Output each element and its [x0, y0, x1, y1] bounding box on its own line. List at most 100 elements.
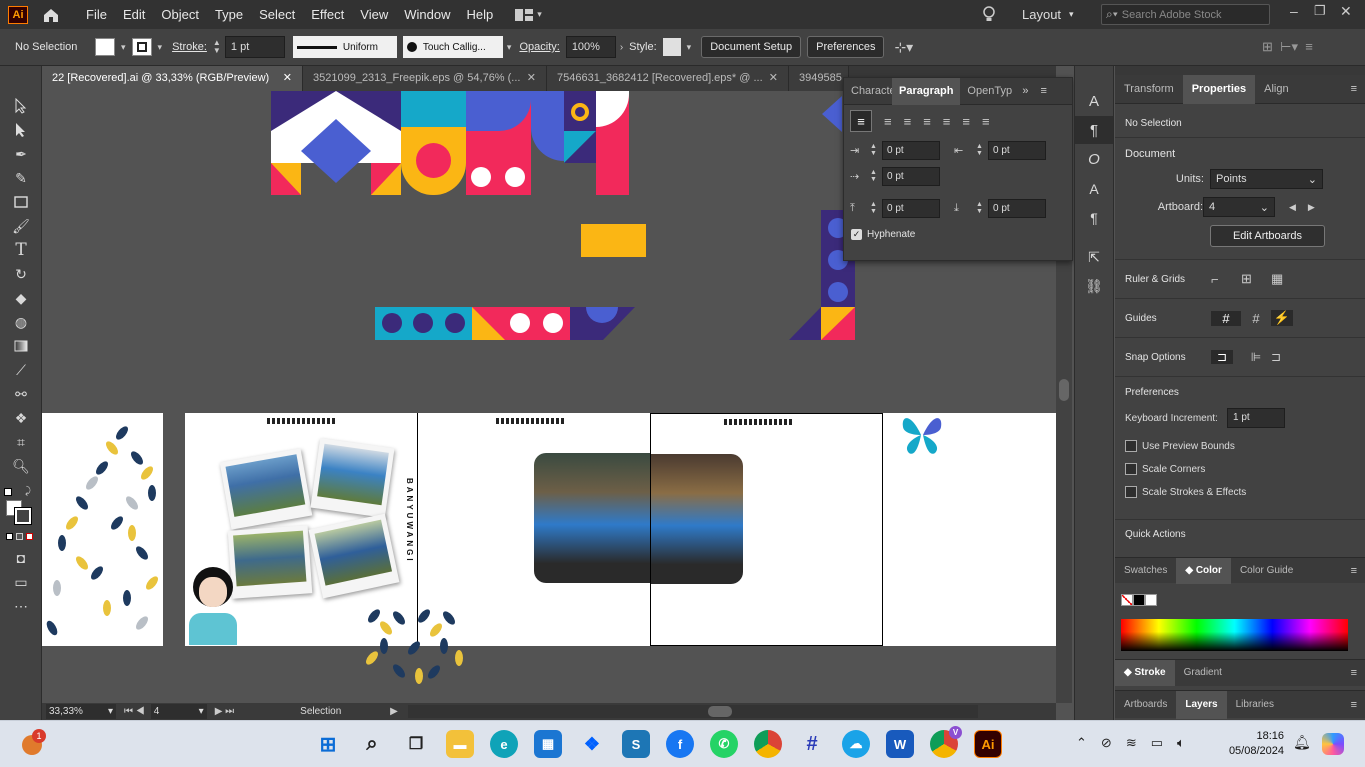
- menu-object[interactable]: Object: [153, 0, 207, 29]
- space-before-input[interactable]: 0 pt: [882, 198, 940, 218]
- zoom-select[interactable]: 33,33% ▾: [46, 704, 116, 719]
- arrange-icon[interactable]: ⊹▾: [894, 39, 913, 56]
- more-tools-icon[interactable]: ⋯: [0, 594, 42, 618]
- guides-icon[interactable]: #: [1211, 310, 1241, 326]
- hyphenate-checkbox[interactable]: ✓: [851, 228, 862, 240]
- geometric-strip[interactable]: [375, 307, 635, 340]
- rectangle-tool-icon[interactable]: [0, 190, 42, 214]
- tab-artboards[interactable]: Artboards: [1115, 692, 1176, 718]
- workspace-switcher[interactable]: Layout ▾: [1022, 0, 1074, 29]
- chrome-icon[interactable]: [754, 730, 782, 758]
- paragraph-panel-icon[interactable]: ¶: [1075, 116, 1113, 144]
- close-tab-icon[interactable]: ✕: [527, 66, 536, 91]
- group-photo-left[interactable]: [534, 453, 650, 583]
- network-status-icon[interactable]: ⊘: [1101, 735, 1112, 751]
- selection-tool-icon[interactable]: [0, 94, 42, 118]
- tab-transform[interactable]: Transform: [1115, 76, 1183, 102]
- prev-artboard-icon[interactable]: ◀: [1289, 202, 1296, 213]
- space-after-input[interactable]: 0 pt: [988, 198, 1046, 218]
- ruler-icon[interactable]: ⌐: [1211, 272, 1241, 287]
- tab-libraries[interactable]: Libraries: [1227, 692, 1283, 718]
- style-swatch[interactable]: [662, 38, 681, 56]
- brush-definition[interactable]: Touch Callig...: [402, 36, 503, 58]
- weather-widget-icon[interactable]: 1: [22, 729, 46, 755]
- artboard-nav-select[interactable]: 4 ▾: [150, 704, 207, 719]
- units-select[interactable]: Points ⌄: [1210, 169, 1323, 189]
- opacity-arrow-icon[interactable]: ›: [620, 42, 623, 53]
- lock-guides-icon[interactable]: #: [1241, 311, 1271, 326]
- type-tool-icon[interactable]: T: [0, 238, 42, 262]
- edge-icon[interactable]: e: [490, 730, 518, 758]
- symbol-sprayer-icon[interactable]: ❖: [0, 406, 42, 430]
- tab-layers[interactable]: Layers: [1176, 690, 1227, 719]
- document-setup-button[interactable]: Document Setup: [701, 36, 802, 58]
- blend-tool-icon[interactable]: ⚯: [0, 382, 42, 406]
- artboard-left-fragment[interactable]: [42, 413, 163, 646]
- volume-icon[interactable]: 🔈︎: [1177, 735, 1185, 751]
- draw-mode-icon[interactable]: ◘: [0, 546, 42, 570]
- menu-effect[interactable]: Effect: [303, 0, 352, 29]
- menu-select[interactable]: Select: [251, 0, 303, 29]
- next-artboard-icon[interactable]: ▶: [1308, 202, 1315, 213]
- next-artboard-icon[interactable]: ▶ ⏭: [215, 706, 234, 717]
- align-icons[interactable]: ⊞ ⊢▾ ≡: [1262, 39, 1313, 55]
- tab-doc-3[interactable]: 7546631_3682412 [Recovered].eps* @ ... ✕: [547, 66, 789, 91]
- tab-stroke[interactable]: ◆ Stroke: [1115, 660, 1175, 686]
- color-mode-icons[interactable]: [0, 526, 41, 546]
- fill-swatch[interactable]: [95, 38, 115, 56]
- artboard-tool-icon[interactable]: ⌗: [0, 430, 42, 454]
- scale-strokes-checkbox[interactable]: [1125, 486, 1137, 498]
- eraser-tool-icon[interactable]: ◆: [0, 286, 42, 310]
- keyboard-increment-input[interactable]: 1 pt: [1227, 408, 1285, 428]
- start-button-icon[interactable]: ⊞: [314, 730, 342, 758]
- illustrator-taskbar-icon[interactable]: Ai: [974, 730, 1002, 758]
- align-right-icon[interactable]: ≡: [904, 114, 912, 129]
- home-icon[interactable]: [40, 6, 62, 24]
- links-icon[interactable]: ⛓: [1075, 272, 1113, 300]
- curvature-tool-icon[interactable]: ✎: [0, 166, 42, 190]
- file-explorer-icon[interactable]: ▬: [446, 730, 474, 758]
- copilot-icon[interactable]: [1322, 733, 1344, 755]
- panel-menu-icon[interactable]: ≡: [1351, 699, 1357, 711]
- preview-bounds-checkbox[interactable]: [1125, 440, 1137, 452]
- tab-paragraph[interactable]: Paragraph: [892, 77, 961, 105]
- photo-group[interactable]: [219, 438, 400, 603]
- artboard-4[interactable]: [650, 413, 883, 646]
- yellow-rectangle[interactable]: [581, 224, 646, 257]
- chrome-profile-icon[interactable]: V: [930, 726, 962, 758]
- edit-artboards-button[interactable]: Edit Artboards: [1210, 225, 1325, 247]
- paragraph-styles-icon[interactable]: ¶: [1075, 204, 1113, 232]
- warp-tool-icon[interactable]: ◍: [0, 310, 42, 334]
- justify-right-icon[interactable]: ≡: [962, 114, 970, 129]
- menu-help[interactable]: Help: [458, 0, 501, 29]
- clock[interactable]: 18:16 05/08/2024: [1218, 729, 1284, 759]
- opacity-input[interactable]: 100%: [565, 36, 616, 58]
- app-logo[interactable]: Ai: [8, 5, 28, 24]
- tab-properties[interactable]: Properties: [1182, 74, 1256, 104]
- word-icon[interactable]: W: [886, 730, 914, 758]
- show-hidden-icons[interactable]: ⌃: [1076, 735, 1087, 751]
- justify-center-icon[interactable]: ≡: [943, 114, 951, 129]
- close-button[interactable]: ✕: [1340, 3, 1352, 20]
- artboard-select[interactable]: 4 ⌄: [1203, 197, 1275, 217]
- menu-window[interactable]: Window: [396, 0, 458, 29]
- grid-icon[interactable]: ⊞: [1241, 271, 1271, 287]
- left-indent-input[interactable]: 0 pt: [882, 140, 940, 160]
- leaf-cluster-bottom[interactable]: [364, 606, 474, 686]
- align-left-icon[interactable]: ≡: [850, 110, 872, 132]
- fill-stroke-widget[interactable]: ⤸: [0, 482, 41, 526]
- none-swatch[interactable]: [1121, 594, 1133, 606]
- close-tab-icon[interactable]: ✕: [769, 66, 778, 91]
- hash-app-icon[interactable]: #: [798, 730, 826, 758]
- export-icon[interactable]: ⇱: [1075, 242, 1113, 272]
- color-spectrum[interactable]: [1121, 619, 1348, 651]
- whatsapp-icon[interactable]: ✆: [710, 730, 738, 758]
- snap-pixel-icon[interactable]: ⊐: [1271, 350, 1281, 364]
- minimize-button[interactable]: –: [1290, 3, 1298, 19]
- smart-guides-icon[interactable]: ⚡: [1271, 310, 1293, 326]
- tab-color-guide[interactable]: Color Guide: [1231, 558, 1302, 584]
- tab-doc-2[interactable]: 3521099_2313_Freepik.eps @ 54,76% (... ✕: [303, 66, 547, 91]
- stroke-swatch[interactable]: [131, 38, 152, 56]
- screen-mode-icon[interactable]: ▭: [0, 570, 42, 594]
- tab-character[interactable]: Characte: [844, 78, 892, 105]
